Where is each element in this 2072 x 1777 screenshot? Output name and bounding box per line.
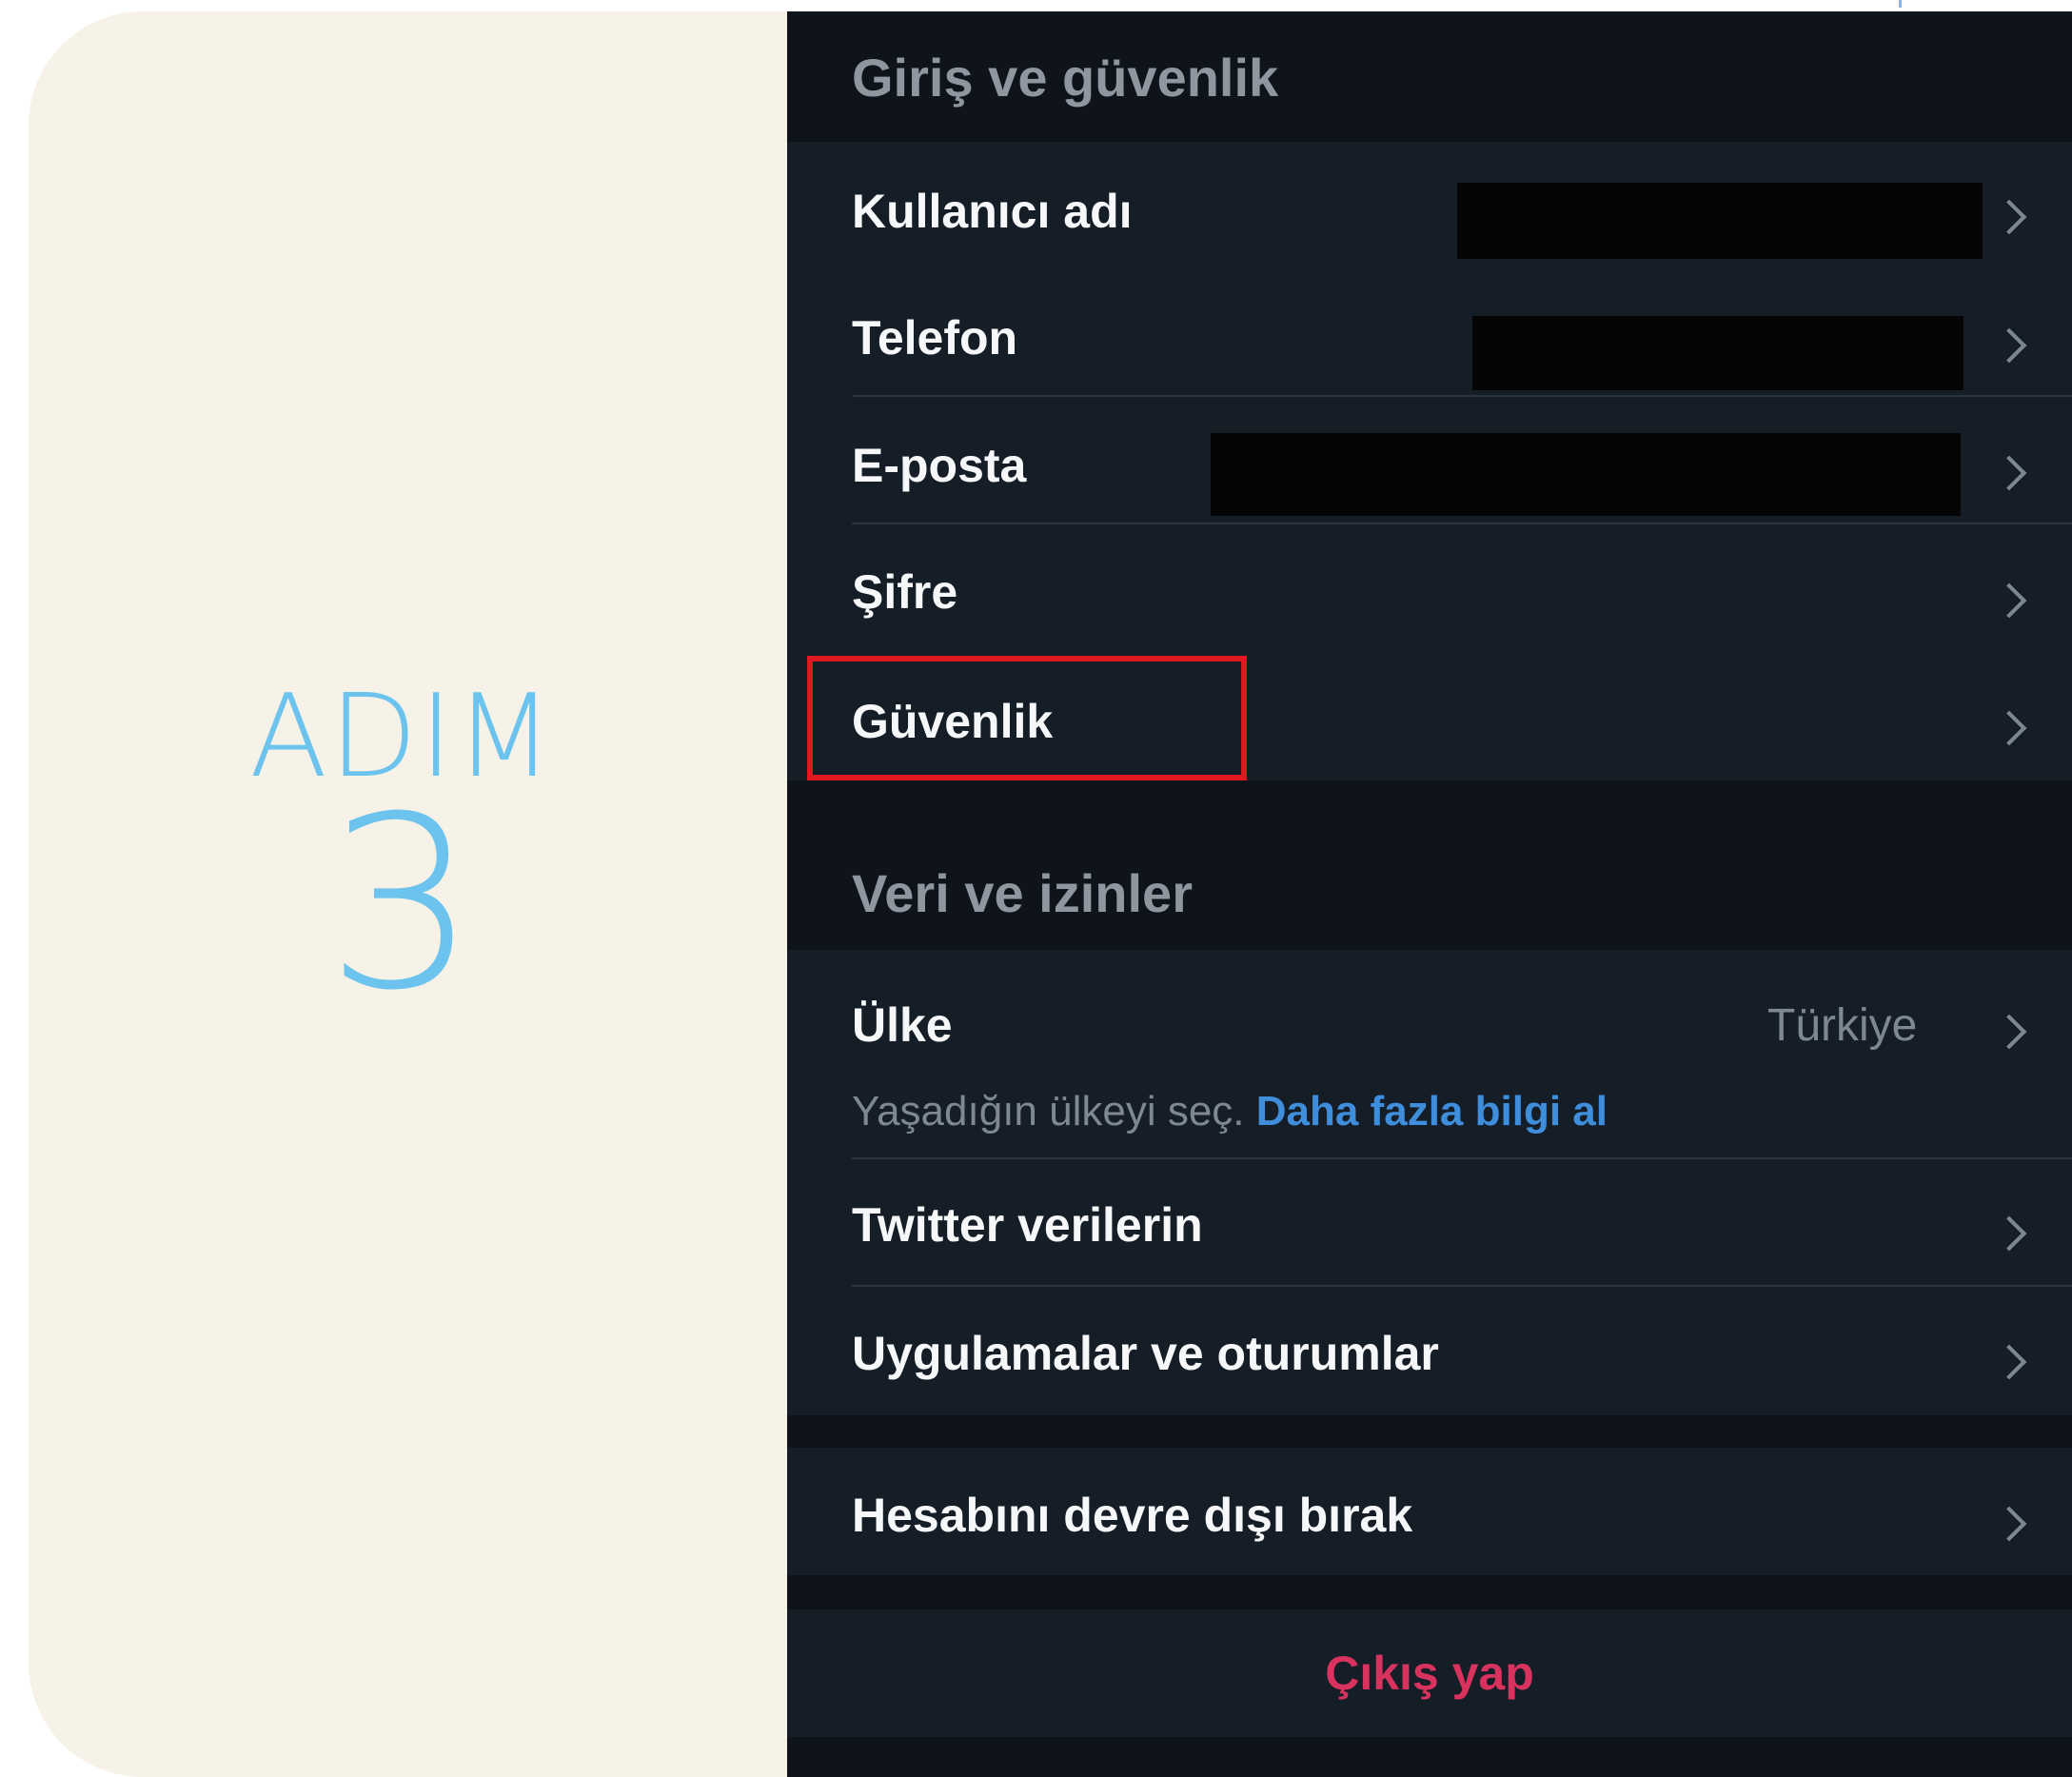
row-label: Hesabını devre dışı bırak [852,1489,1413,1542]
chevron-right-icon [1991,710,2027,746]
section-header-data-permissions: Veri ve izinler [787,780,2072,950]
redacted-value [1472,316,1963,390]
chevron-right-icon [1991,1506,2027,1542]
chevron-right-icon [1991,199,2027,235]
row-twitter-data[interactable]: Twitter verilerin [787,1159,2072,1287]
redacted-value [1211,433,1961,516]
row-label: Şifre [852,565,958,619]
section-gap [787,1737,2072,1777]
row-apps-sessions[interactable]: Uygulamalar ve oturumlar [787,1287,2072,1415]
logout-button[interactable]: Çıkış yap [787,1646,2072,1701]
chevron-right-icon [1991,1344,2027,1380]
learn-more-link[interactable]: Daha fazla bilgi al [1256,1088,1608,1135]
country-help: Yaşadığın ülkeyi seç. Daha fazla bilgi a… [852,1088,1608,1135]
section-title: Veri ve izinler [852,863,1193,923]
row-label: E-posta [852,439,1027,492]
chevron-right-icon [1991,327,2027,364]
row-label: Telefon [852,311,1018,365]
row-deactivate[interactable]: Hesabını devre dışı bırak [787,1448,2072,1575]
settings-screen: Giriş ve güvenlik Kullanıcı adı Telefon … [787,11,2072,1777]
section-title: Giriş ve güvenlik [852,48,1279,108]
row-email[interactable]: E-posta [787,397,2072,524]
chevron-right-icon [1991,1014,2027,1050]
row-country[interactable]: Ülke Türkiye Yaşadığın ülkeyi seç. Daha … [787,950,2072,1159]
redacted-value [1457,183,1983,259]
row-label: Kullanıcı adı [852,185,1133,238]
row-label: Twitter verilerin [852,1198,1203,1252]
chevron-right-icon [1991,1215,2027,1252]
row-label: Uygulamalar ve oturumlar [852,1327,1439,1380]
chevron-right-icon [1991,455,2027,491]
top-accent-line [1899,0,1902,8]
section-gap [787,1575,2072,1609]
row-username[interactable]: Kullanıcı adı [787,142,2072,269]
step-number: 3 [326,765,478,1042]
step-indicator: ADIM 3 [249,681,554,1023]
logout-row[interactable]: Çıkış yap [787,1609,2072,1737]
section-header-login-security: Giriş ve güvenlik [787,11,2072,142]
highlight-box [807,656,1247,780]
section-gap [787,1415,2072,1448]
row-label: Ülke [852,998,953,1052]
row-phone[interactable]: Telefon [787,269,2072,397]
chevron-right-icon [1991,582,2027,619]
country-value: Türkiye [1767,1000,1918,1051]
row-password[interactable]: Şifre [787,524,2072,652]
help-text: Yaşadığın ülkeyi seç. [852,1088,1245,1135]
